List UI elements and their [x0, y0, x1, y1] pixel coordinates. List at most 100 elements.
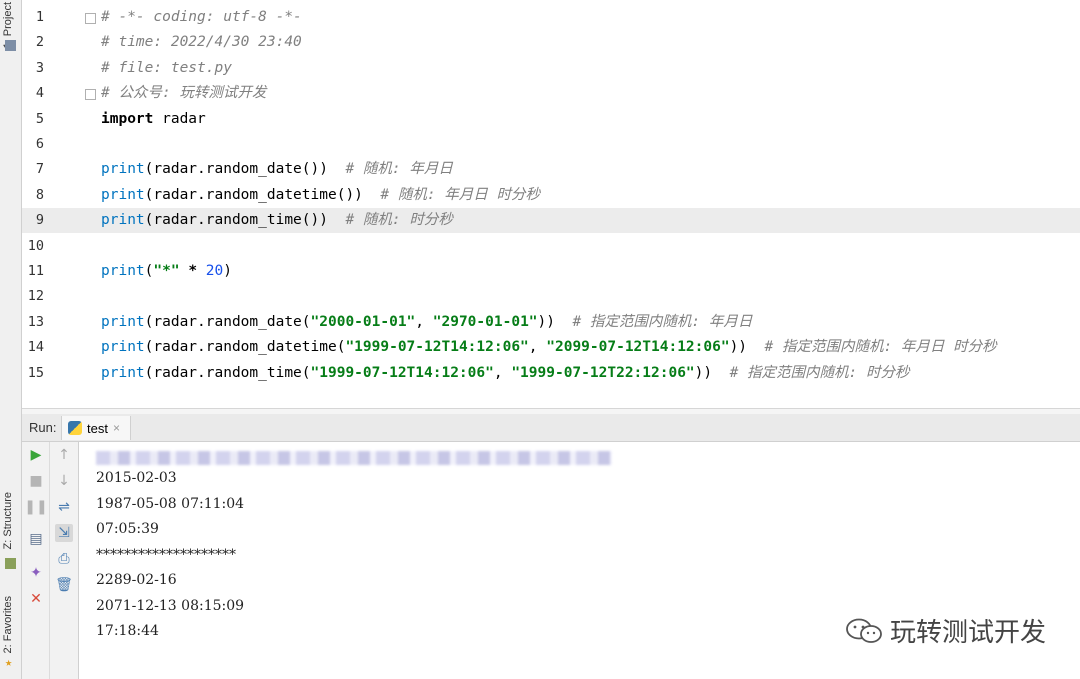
keyword: import [101, 110, 154, 127]
line-number: 3 [35, 59, 44, 76]
structure-tab[interactable]: Z: Structure [2, 492, 14, 549]
code-editor[interactable]: 1 # -*- coding: utf-8 -*- 2 # time: 2022/4/… [22, 0, 1080, 408]
favorites-tab[interactable]: 2: Favorites [2, 596, 14, 653]
arrow-up-icon[interactable]: ↑ [55, 446, 73, 464]
code-fragment: (radar.random_time( [144, 364, 311, 381]
line-number: 11 [27, 263, 44, 279]
wechat-icon [846, 618, 882, 643]
code-fragment: (radar.random_datetime( [144, 339, 346, 356]
code-line[interactable]: 2 # time: 2022/4/30 23:40 [22, 30, 1080, 55]
string-literal: "2970-01-01" [432, 313, 538, 330]
comment: # 随机: 年月日 时分秒 [380, 186, 541, 203]
code-fragment: ) [223, 263, 232, 279]
line-number: 5 [35, 110, 44, 127]
builtin-function: print [101, 161, 145, 178]
console-line: 2071-12-13 08:15:09 [96, 597, 245, 614]
code-line[interactable]: 1 # -*- coding: utf-8 -*- [22, 5, 1080, 30]
string-literal: "2099-07-12T14:12:06" [546, 339, 730, 356]
fold-marker-icon[interactable] [85, 89, 96, 101]
console-line: 07:05:39 [96, 521, 159, 537]
trash-icon[interactable]: 🗑 [55, 576, 73, 594]
code-fragment: (radar.random_date( [144, 313, 311, 330]
string-literal: "1999-07-12T22:12:06" [511, 364, 695, 381]
close-run-icon[interactable]: ✕ [27, 590, 45, 608]
arrow-down-icon[interactable]: ↓ [55, 472, 73, 490]
code-line[interactable]: 9 print(radar.random_time()) # 随机: 时分秒 [22, 208, 1080, 234]
comment: # 随机: 年月日 [345, 161, 453, 178]
layout-icon[interactable]: ▤ [27, 530, 45, 548]
code-line[interactable]: 3 # file: test.py [22, 56, 1080, 81]
line-number: 10 [27, 237, 44, 254]
code-text: print(radar.random_datetime()) # 随机: 年月日… [101, 183, 540, 208]
code-text: print(radar.random_date("2000-01-01", "2… [101, 310, 752, 335]
console-line: 1987-05-08 07:11:04 [96, 495, 245, 512]
comment: # file: test.py [101, 59, 232, 76]
code-fragment: )) [694, 364, 730, 381]
rerun-icon[interactable]: ▶ [27, 446, 45, 464]
string-literal: "*" [153, 263, 180, 279]
builtin-function: print [101, 313, 145, 330]
code-text: # time: 2022/4/30 23:40 [101, 30, 302, 55]
comment: # 随机: 时分秒 [345, 212, 453, 229]
code-line[interactable]: 12 [22, 284, 1080, 309]
tool-window-strip: 1: Project Z: Structure 2: Favorites ★ [0, 0, 22, 679]
code-line[interactable]: 5 import radar [22, 107, 1080, 132]
watermark-text: 玩转测试开发 [889, 617, 1046, 647]
pause-icon[interactable]: ❚❚ [24, 498, 47, 516]
code-fragment: (radar.random_date()) [144, 161, 346, 178]
code-fragment: , [528, 339, 547, 356]
code-line[interactable]: 7 print(radar.random_date()) # 随机: 年月日 [22, 157, 1080, 182]
code-line[interactable]: 13 print(radar.random_date("2000-01-01", … [22, 310, 1080, 335]
code-line[interactable]: 8 print(radar.random_datetime()) # 随机: 年月… [22, 183, 1080, 208]
comment: # 指定范围内随机: 时分秒 [729, 364, 910, 381]
comment: # -*- coding: utf-8 -*- [101, 9, 302, 25]
string-literal: "2000-01-01" [310, 313, 416, 330]
fold-marker-icon[interactable] [85, 13, 96, 24]
stop-icon[interactable]: ■ [27, 472, 45, 490]
comment: # 指定范围内随机: 年月日 [572, 313, 753, 330]
code-fragment: (radar.random_time()) [144, 212, 346, 229]
pin-icon[interactable]: ✦ [27, 564, 45, 582]
code-text: print(radar.random_datetime("1999-07-12T… [101, 335, 997, 360]
console-line: 2015-02-03 [96, 470, 177, 486]
run-tab-test[interactable]: test × [61, 416, 131, 440]
structure-icon [5, 558, 16, 569]
soft-wrap-icon[interactable]: ⇌ [55, 498, 73, 516]
folder-icon [5, 40, 16, 51]
run-panel-header: Run: test × [22, 414, 1080, 442]
print-icon[interactable]: ⎙ [55, 550, 73, 568]
line-number: 2 [35, 34, 44, 51]
code-line[interactable]: 6 [22, 132, 1080, 157]
code-line[interactable]: 4 # 公众号: 玩转测试开发 [22, 81, 1080, 106]
comment: # time: 2022/4/30 23:40 [101, 34, 302, 51]
comment: # 公众号: 玩转测试开发 [101, 85, 267, 102]
code-line[interactable]: 10 [22, 234, 1080, 259]
code-text: # file: test.py [101, 56, 232, 81]
builtin-function: print [101, 263, 145, 279]
builtin-function: print [101, 364, 145, 381]
console-line: ******************** [96, 546, 236, 563]
code-fragment: , [493, 364, 512, 381]
builtin-function: print [101, 339, 145, 356]
builtin-function: print [101, 212, 145, 229]
code-text: print(radar.random_time("1999-07-12T14:1… [101, 361, 910, 386]
console-line: 2289-02-16 [96, 572, 177, 588]
line-number: 9 [35, 212, 44, 229]
code-text: print(radar.random_date()) # 随机: 年月日 [101, 157, 453, 182]
code-fragment: , [415, 313, 433, 330]
blurred-command-line [96, 451, 612, 465]
scroll-to-end-icon[interactable]: ⇲ [55, 524, 73, 542]
code-line[interactable]: 14 print(radar.random_datetime("1999-07-1… [22, 335, 1080, 360]
code-fragment: radar [153, 110, 206, 127]
string-literal: "1999-07-12T14:12:06" [345, 339, 529, 356]
code-line[interactable]: 15 print(radar.random_time("1999-07-12T14… [22, 361, 1080, 386]
close-icon[interactable]: × [113, 421, 120, 435]
code-text: # 公众号: 玩转测试开发 [101, 81, 266, 106]
code-line[interactable]: 11 print("*" * 20) [22, 259, 1080, 284]
run-toolbar-primary: ▶ ■ ❚❚ ▤ ✦ ✕ [22, 442, 50, 679]
comment: # 指定范围内随机: 年月日 时分秒 [764, 339, 997, 356]
run-label: Run: [29, 420, 57, 435]
watermark: 玩转测试开发 [844, 612, 1046, 649]
code-fragment: )) [729, 339, 765, 356]
code-text: print(radar.random_time()) # 随机: 时分秒 [101, 208, 453, 233]
